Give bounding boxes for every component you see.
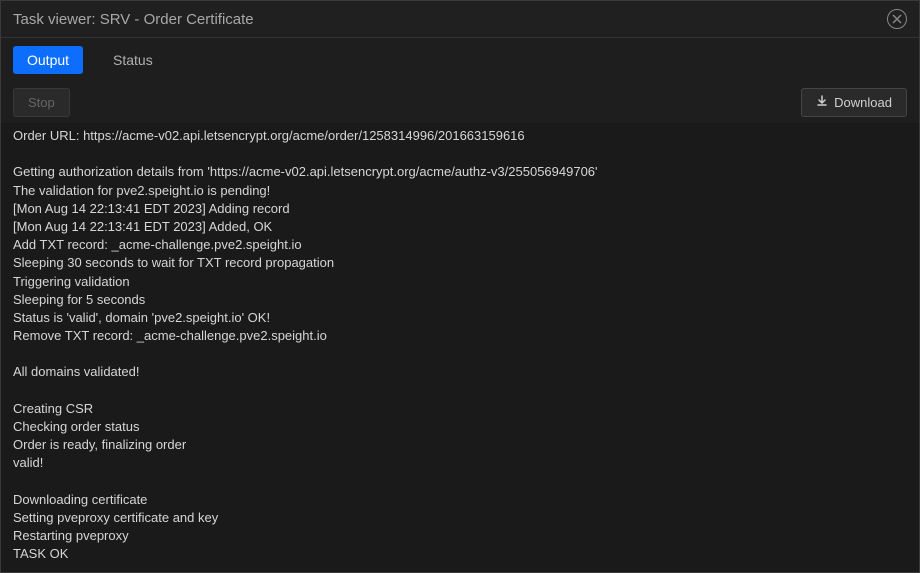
task-viewer-window: Task viewer: SRV - Order Certificate Out…	[0, 0, 920, 573]
tab-status[interactable]: Status	[99, 46, 167, 74]
download-icon	[816, 95, 828, 110]
window-title: Task viewer: SRV - Order Certificate	[13, 11, 254, 28]
toolbar: Stop Download	[1, 82, 919, 123]
download-button-label: Download	[834, 95, 892, 110]
tab-bar: Output Status	[1, 38, 919, 82]
title-bar: Task viewer: SRV - Order Certificate	[1, 1, 919, 38]
stop-button-label: Stop	[28, 95, 55, 110]
tab-output[interactable]: Output	[13, 46, 83, 74]
download-button[interactable]: Download	[801, 88, 907, 117]
stop-button[interactable]: Stop	[13, 88, 70, 117]
close-icon[interactable]	[887, 9, 907, 29]
output-log[interactable]: Order URL: https://acme-v02.api.letsencr…	[1, 123, 919, 572]
